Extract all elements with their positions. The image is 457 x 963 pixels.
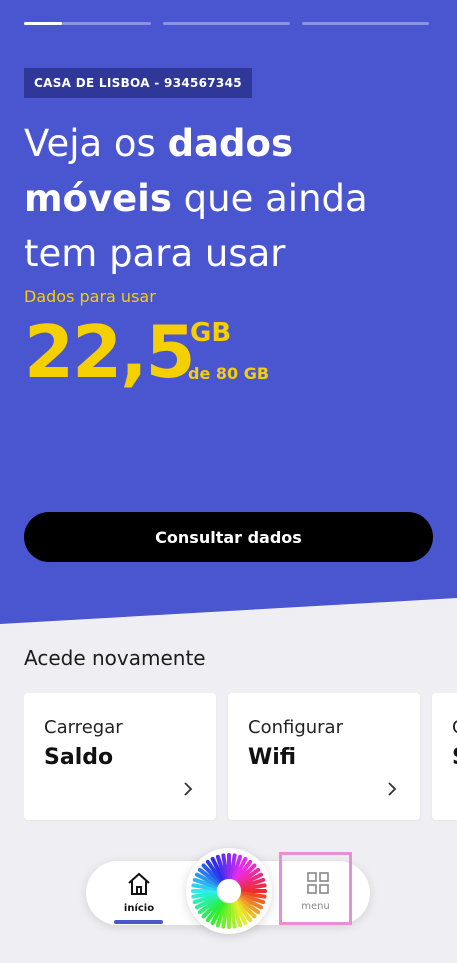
card-subtitle: Carregar	[44, 717, 123, 738]
card-subtitle: C	[452, 717, 457, 738]
active-tab-indicator	[114, 920, 163, 924]
story-segment	[163, 22, 290, 25]
headline-text: Veja os	[24, 122, 168, 165]
card-configure-wifi[interactable]: Configurar Wifi	[228, 693, 420, 820]
card-title: S	[452, 745, 457, 770]
chevron-right-icon	[184, 782, 193, 796]
card-title: Saldo	[44, 745, 114, 770]
card-top-up-balance[interactable]: Carregar Saldo	[24, 693, 216, 820]
story-segment	[302, 22, 429, 25]
assistant-orb-button[interactable]	[186, 848, 272, 934]
card-subtitle: Configurar	[248, 717, 343, 738]
nav-menu-label: menu	[301, 901, 330, 912]
story-segment	[24, 22, 151, 25]
nav-home[interactable]: início	[86, 861, 186, 925]
nav-home-label: início	[123, 903, 155, 914]
consult-data-button[interactable]: Consultar dados	[24, 512, 433, 562]
quick-access-carousel[interactable]: Carregar Saldo Configurar Wifi C S	[24, 693, 457, 821]
grid-menu-icon	[307, 872, 329, 894]
page-headline: Veja os dados móveis que ainda tem para …	[24, 116, 444, 281]
nav-menu[interactable]: menu	[279, 852, 352, 925]
rainbow-spinner-icon	[191, 853, 267, 929]
card-partial[interactable]: C S	[432, 693, 457, 820]
account-tag: CASA DE LISBOA - 934567345	[24, 68, 252, 98]
data-label: Dados para usar	[24, 287, 156, 306]
story-progress-bar	[24, 22, 433, 25]
home-icon	[128, 872, 150, 895]
chevron-right-icon	[388, 782, 397, 796]
data-unit: GB	[190, 318, 232, 348]
data-total: de 80 GB	[188, 364, 270, 383]
data-remaining-value: 22,5	[24, 310, 196, 394]
card-title: Wifi	[248, 745, 297, 770]
section-title: Acede novamente	[24, 646, 206, 670]
